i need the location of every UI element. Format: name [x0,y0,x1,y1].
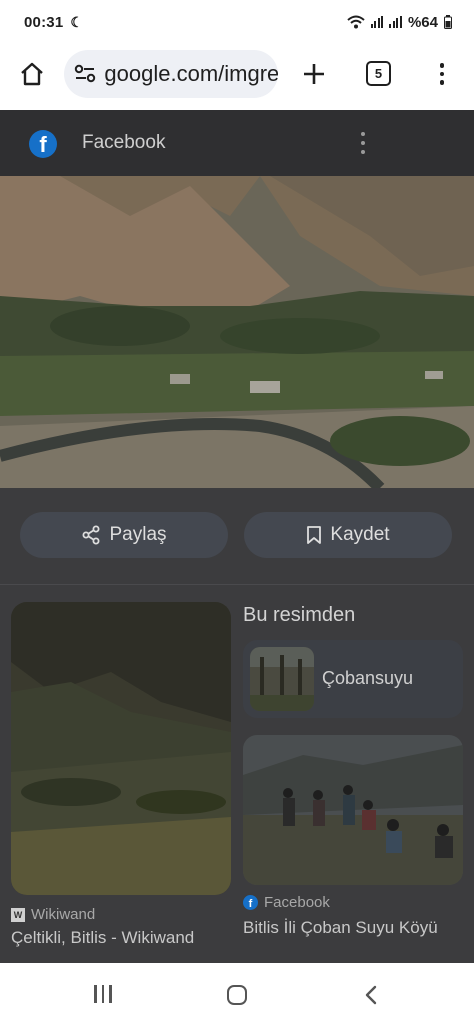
wikiwand-icon: W [11,907,25,922]
save-button[interactable]: Kaydet [244,512,452,558]
right-source-name: Facebook [264,894,330,911]
share-button[interactable]: Paylaş [20,512,228,558]
signal-icon-2 [389,16,402,28]
battery-text: %64 [407,13,438,31]
status-bar: 00:31 ☾ %64 [0,0,474,44]
home-icon [21,62,43,86]
bookmark-icon [307,526,322,544]
source-name: Facebook [82,132,166,153]
from-image-heading: Bu resimden [243,604,356,626]
facebook-logo-icon: f [29,130,57,158]
overflow-menu-button[interactable] [430,58,454,90]
status-icons: %64 [347,14,452,31]
facebook-small-icon: f [243,895,258,910]
do-not-disturb-icon: ☾ [70,13,83,30]
signal-icon [370,16,384,28]
site-settings-icon[interactable] [74,62,96,86]
save-label: Kaydet [330,524,390,545]
divider [0,584,474,585]
new-tab-button[interactable] [298,58,330,90]
tab-switcher-button[interactable]: 5 [366,61,391,86]
left-source-name: Wikiwand [31,906,96,923]
status-time: 00:31 [24,13,64,31]
browser-toolbar: google.com/imgres 5 [0,44,474,110]
home-button[interactable] [16,58,48,90]
image-viewer: f Facebook Paylaş Kaydet W Wikiwand Çelt… [0,110,474,963]
left-result-source: W Wikiwand [11,906,95,923]
entity-card[interactable]: Çobansuyu [243,640,463,718]
right-result-title[interactable]: Bitlis İli Çoban Suyu Köyü [243,918,465,938]
main-image[interactable] [0,176,474,488]
recents-button[interactable] [94,985,112,1003]
url-text: google.com/imgres [104,61,278,86]
home-nav-button[interactable] [227,985,247,1005]
related-image-left[interactable] [11,602,231,895]
plus-icon [304,64,324,84]
battery-icon [444,15,452,29]
right-result-source: f Facebook [243,894,330,911]
wifi-icon [347,15,365,29]
left-result-title[interactable]: Çeltikli, Bitlis - Wikiwand [11,928,194,948]
url-bar[interactable]: google.com/imgres [64,50,278,98]
entity-thumbnail [250,647,314,711]
share-icon [82,525,100,545]
share-label: Paylaş [109,524,167,545]
source-header[interactable]: f Facebook [0,110,474,176]
related-image-right[interactable] [243,735,463,885]
entity-label: Çobansuyu [322,668,414,688]
back-icon [365,985,377,1005]
more-options-icon[interactable] [358,130,368,156]
back-button[interactable] [362,985,382,1005]
system-nav-bar [0,963,474,1026]
